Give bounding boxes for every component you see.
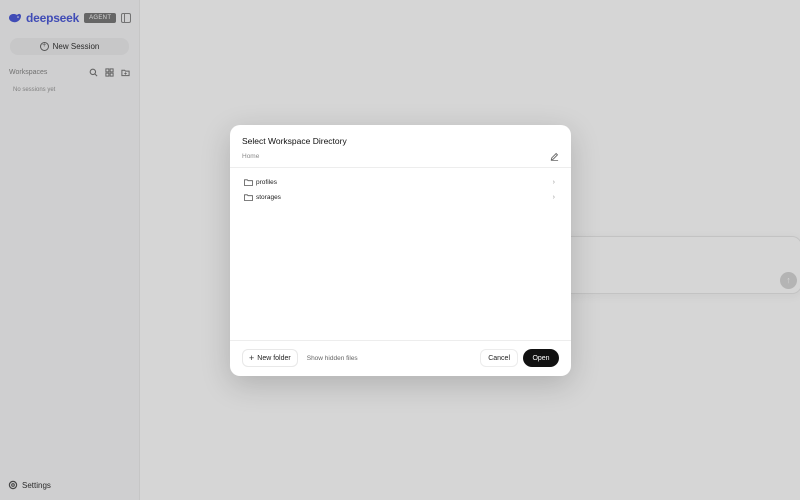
chevron-right-icon: › (552, 194, 555, 201)
directory-list: profiles › storages › (238, 175, 561, 205)
folder-icon (244, 179, 253, 186)
new-folder-label: New folder (257, 354, 291, 362)
select-directory-dialog: Select Workspace Directory Home profiles… (230, 125, 571, 376)
cancel-button[interactable]: Cancel (480, 349, 518, 367)
directory-name: profiles (256, 179, 277, 186)
divider (230, 167, 571, 168)
show-hidden-files-toggle[interactable]: Show hidden files (307, 355, 358, 362)
new-folder-button[interactable]: + New folder (242, 349, 298, 367)
directory-item[interactable]: profiles › (238, 175, 561, 190)
breadcrumb[interactable]: Home (242, 153, 259, 160)
folder-icon (244, 194, 253, 201)
dialog-footer: + New folder Show hidden files Cancel Op… (242, 349, 559, 367)
dialog-title: Select Workspace Directory (242, 136, 347, 146)
divider (230, 340, 571, 341)
open-button[interactable]: Open (523, 349, 559, 367)
directory-item[interactable]: storages › (238, 190, 561, 205)
edit-path-icon[interactable] (550, 152, 559, 161)
chevron-right-icon: › (552, 179, 555, 186)
plus-icon: + (249, 352, 255, 363)
directory-name: storages (256, 194, 281, 201)
